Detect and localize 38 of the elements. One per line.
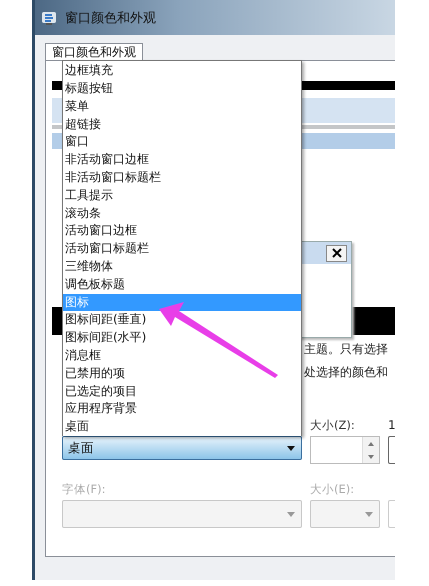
dropdown-option[interactable]: 边框填充 xyxy=(63,62,301,80)
dropdown-option[interactable]: 已禁用的项 xyxy=(63,364,301,383)
dropdown-option[interactable]: 调色板标题 xyxy=(63,276,301,294)
dropdown-option[interactable]: 非活动窗口边框 xyxy=(63,151,301,170)
window-title: 窗口颜色和外观 xyxy=(65,10,156,26)
size-label: 大小(Z): xyxy=(310,418,356,432)
up-arrow-icon[interactable] xyxy=(368,442,374,446)
caret-icon xyxy=(287,512,295,516)
caret-icon xyxy=(365,512,373,516)
dropdown-option[interactable]: 标题按钮 xyxy=(63,80,301,98)
dropdown-option[interactable]: 消息框 xyxy=(63,347,301,365)
close-button[interactable] xyxy=(326,244,347,262)
dropdown-option[interactable]: 活动窗口边框 xyxy=(63,222,301,240)
dropdown-option[interactable]: 滚动条 xyxy=(63,204,301,222)
dropdown-option[interactable]: 菜单 xyxy=(63,98,301,116)
dropdown-option[interactable]: 三维物体 xyxy=(63,258,301,276)
description-text: 主题。只有选择 xyxy=(304,341,389,358)
dropdown-option[interactable]: 应用程序背景 xyxy=(63,400,301,418)
dropdown-option[interactable]: 超链接 xyxy=(63,116,301,134)
close-icon xyxy=(332,248,342,258)
value-text: 1 xyxy=(388,418,395,432)
app-icon xyxy=(41,10,57,26)
size-field[interactable] xyxy=(310,436,380,464)
tab[interactable]: 窗口颜色和外观 xyxy=(45,43,143,61)
dropdown-option[interactable]: 图标间距(水平) xyxy=(63,329,301,348)
down-arrow-icon[interactable] xyxy=(368,454,374,458)
caret-icon xyxy=(287,446,295,450)
dropdown-option[interactable]: 已选定的项目 xyxy=(63,382,301,400)
font-size-label: 大小(E): xyxy=(310,482,356,496)
dropdown-option[interactable]: 图标间距(垂直) xyxy=(63,311,301,330)
font-label: 字体(F): xyxy=(62,482,106,496)
dropdown-option[interactable]: 窗口 xyxy=(63,133,301,152)
dropdown-option[interactable]: 工具提示 xyxy=(63,186,301,205)
dropdown-option[interactable]: 非活动窗口标题栏 xyxy=(63,169,301,187)
dropdown-option[interactable]: 活动窗口标题栏 xyxy=(63,240,301,258)
item-dropdown[interactable]: 桌面 xyxy=(62,436,302,460)
description-text: 处选择的颜色和 xyxy=(304,364,389,381)
dropdown-option[interactable]: 桌面 xyxy=(63,418,301,436)
